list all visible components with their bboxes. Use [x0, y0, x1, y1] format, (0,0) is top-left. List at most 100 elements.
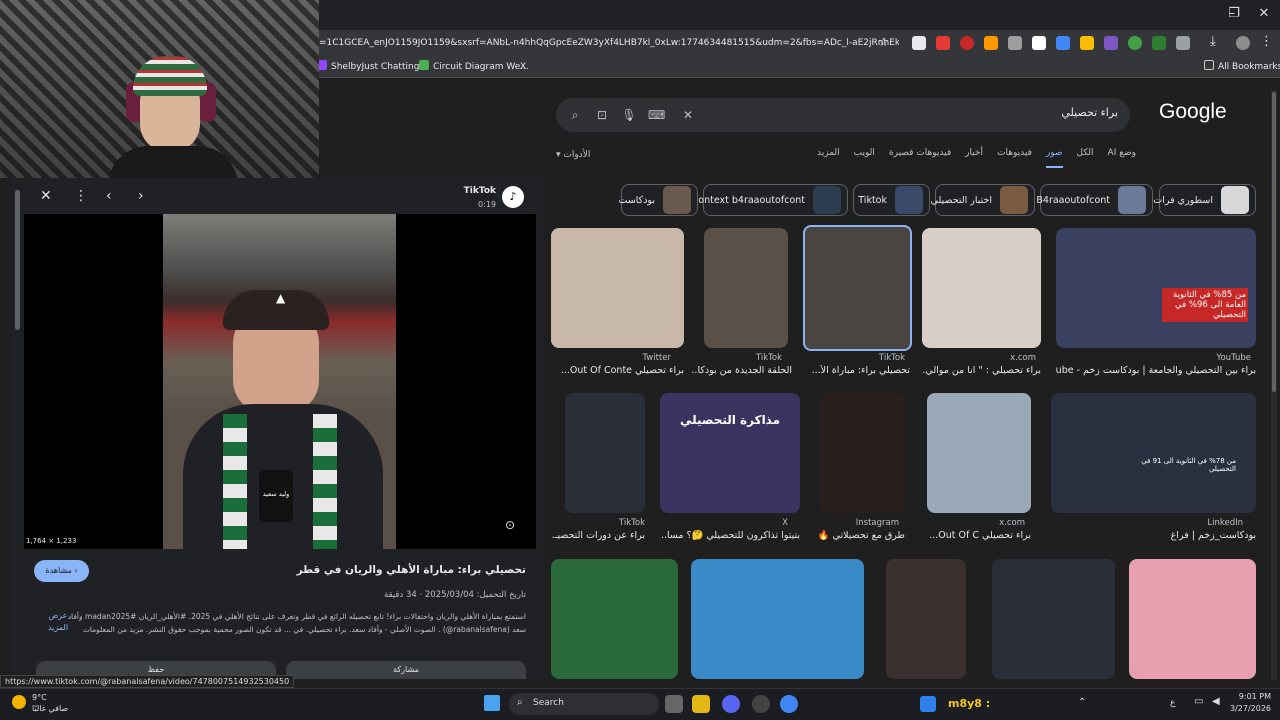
lens-icon[interactable]: ⊡ — [594, 107, 610, 123]
result-image[interactable] — [922, 228, 1041, 348]
chip-related-search[interactable]: B4raaoutofcont — [1036, 184, 1153, 216]
chrome-icon[interactable] — [780, 695, 798, 713]
keyboard-icon[interactable]: ⌨ — [648, 107, 665, 123]
chip-related-search[interactable]: Tiktok — [853, 184, 930, 216]
panel-scrollbar[interactable] — [15, 190, 20, 330]
file-explorer-icon[interactable] — [692, 695, 710, 713]
result-image-selected[interactable] — [803, 225, 912, 351]
result-image[interactable]: من 78% في الثانوية الى 91 في التحصيلي — [1051, 393, 1256, 513]
visit-button[interactable]: مشاهدة › — [34, 560, 89, 582]
chip-related-search[interactable]: اسطوري فرات — [1153, 184, 1256, 216]
previous-icon[interactable]: ‹ — [106, 188, 112, 204]
task-view-icon[interactable] — [665, 695, 683, 713]
tab-news[interactable]: أخبار — [965, 148, 983, 168]
windows-start-icon[interactable] — [484, 695, 500, 711]
share-button[interactable]: مشاركة — [286, 661, 526, 679]
result-caption[interactable]: براء تحصيلي Out Of Conte... — [551, 365, 684, 376]
result-image[interactable]: مذاكرة التحصيلي — [660, 393, 800, 513]
extension-icon[interactable] — [1032, 36, 1046, 50]
tab-more[interactable]: المزيد — [817, 148, 840, 168]
result-image[interactable]: من 85% في الثانوية العامة الى 96% في الت… — [1056, 228, 1256, 348]
search-icon[interactable]: ⌕ — [567, 107, 583, 123]
panel-title[interactable]: تحصيلي براء: مباراة الأهلي والريان في قط… — [120, 564, 526, 576]
result-image[interactable] — [565, 393, 645, 513]
bookmark-item[interactable]: ShelbyJust Chatting... — [317, 60, 428, 74]
next-icon[interactable]: › — [138, 188, 144, 204]
avatar[interactable] — [1236, 36, 1250, 50]
extension-icon[interactable] — [936, 36, 950, 50]
tab-short-videos[interactable]: فيديوهات قصيرة — [889, 148, 951, 168]
result-image[interactable] — [1129, 559, 1256, 679]
extension-icon[interactable] — [960, 36, 974, 50]
all-bookmarks-button[interactable]: All Bookmarks — [1204, 60, 1280, 74]
chevron-up-icon[interactable]: ⌃ — [1078, 697, 1086, 708]
more-menu-icon[interactable]: ⋮ — [1260, 34, 1273, 49]
extension-icon[interactable] — [1152, 36, 1166, 50]
taskbar-clock[interactable]: 9:01 PM 3/27/2026 — [1230, 691, 1271, 715]
result-caption[interactable]: براء تحصيلي Out Of C... — [920, 530, 1031, 541]
chip-related-search[interactable]: Context b4raaoutofcont — [692, 184, 848, 216]
tab-videos[interactable]: فيديوهات — [997, 148, 1032, 168]
maximize-button[interactable]: ❐ — [1224, 4, 1244, 24]
taskbar-search[interactable]: ⌕ Search — [509, 693, 659, 715]
chip-related-search[interactable]: بودكاست — [619, 184, 698, 216]
extension-icon[interactable] — [1104, 36, 1118, 50]
result-image[interactable] — [691, 559, 864, 679]
google-logo[interactable]: Google — [1159, 100, 1227, 124]
tab-ai-mode[interactable]: وضع AI — [1108, 148, 1136, 168]
result-image[interactable] — [821, 393, 905, 513]
result-caption[interactable]: بودكاست_زخم | فراغ — [1051, 530, 1256, 541]
weather-widget[interactable]: 9°C صافي غالبًا — [32, 692, 68, 714]
bookmark-item[interactable]: Circuit Diagram We... — [419, 60, 529, 74]
video-frame[interactable]: وليد سعيد — [163, 214, 396, 549]
close-window-button[interactable]: ✕ — [1254, 4, 1274, 24]
result-image[interactable] — [927, 393, 1031, 513]
app-icon[interactable] — [752, 695, 770, 713]
extension-icon[interactable] — [984, 36, 998, 50]
chat-username[interactable]: m8y8 : — [948, 697, 990, 710]
tools-button[interactable]: ▾ الأدوات — [556, 150, 590, 160]
translate-icon[interactable] — [1056, 36, 1070, 50]
result-image[interactable] — [551, 559, 678, 679]
extension-icon[interactable] — [1008, 36, 1022, 50]
page-scrollbar-thumb[interactable] — [1272, 92, 1276, 392]
download-icon[interactable]: ⤓ — [1210, 34, 1216, 49]
input-language[interactable]: ع — [1170, 698, 1175, 708]
mic-icon[interactable]: 🎙 — [621, 107, 637, 123]
close-icon[interactable]: ✕ — [40, 188, 52, 204]
tab-images[interactable]: صور — [1045, 148, 1063, 168]
chat-app-icon[interactable] — [920, 696, 936, 712]
result-image[interactable] — [704, 228, 788, 348]
speaker-icon[interactable]: ◀ — [1212, 696, 1220, 707]
tab-all[interactable]: الكل — [1077, 148, 1094, 168]
result-caption[interactable]: براء تحصيلي : " انا من موالي... — [922, 365, 1041, 376]
extension-icon[interactable] — [1080, 36, 1094, 50]
discord-icon[interactable] — [722, 695, 740, 713]
result-caption[interactable]: بتيتوا تذاكرون للتحصيلي 🤔؟ مسا... — [660, 530, 800, 541]
more-options-icon[interactable]: ⋮ — [74, 188, 88, 204]
puzzle-icon[interactable] — [1176, 36, 1190, 50]
search-input[interactable]: براء تحصيلي — [1030, 106, 1118, 119]
bookmark-item-x[interactable]: X — [520, 60, 526, 74]
url-field[interactable]: =1C1GCEA_enJO1159JO1159&sxsrf=ANbL-n4hhQ… — [319, 30, 899, 56]
result-caption[interactable]: تحصيلي براء: مباراة الأ... — [805, 365, 910, 376]
result-caption[interactable]: براء عن دورات التحصيـ... — [551, 530, 645, 541]
result-caption[interactable]: طرق مع تحصيلاتي 🔥 — [815, 530, 905, 541]
chip-related-search[interactable]: اختبار التحصيلي — [931, 184, 1035, 216]
extension-icon[interactable] — [912, 36, 926, 50]
result-source: x.com — [1010, 353, 1036, 363]
result-caption[interactable]: براء بين التحصيلي والجامعة | بودكاست زخم… — [1056, 365, 1256, 376]
show-more-link[interactable]: عرض المزيد — [44, 610, 72, 634]
bookmark-star-icon[interactable]: ☆ — [878, 35, 889, 49]
tab-web[interactable]: الويب — [854, 148, 875, 168]
result-image[interactable] — [886, 559, 966, 679]
shield-icon[interactable] — [1128, 36, 1142, 50]
clear-icon[interactable]: ✕ — [680, 107, 696, 123]
result-image[interactable] — [551, 228, 684, 348]
result-caption[interactable]: الحلقة الجديدة من بودكا... — [692, 365, 792, 376]
source-name[interactable]: TikTok — [440, 186, 496, 196]
network-icon[interactable]: ▭ — [1194, 696, 1203, 707]
result-image[interactable] — [992, 559, 1115, 679]
lens-search-icon[interactable]: ⊙ — [505, 518, 515, 532]
tiktok-icon[interactable]: ♪ — [502, 186, 524, 208]
